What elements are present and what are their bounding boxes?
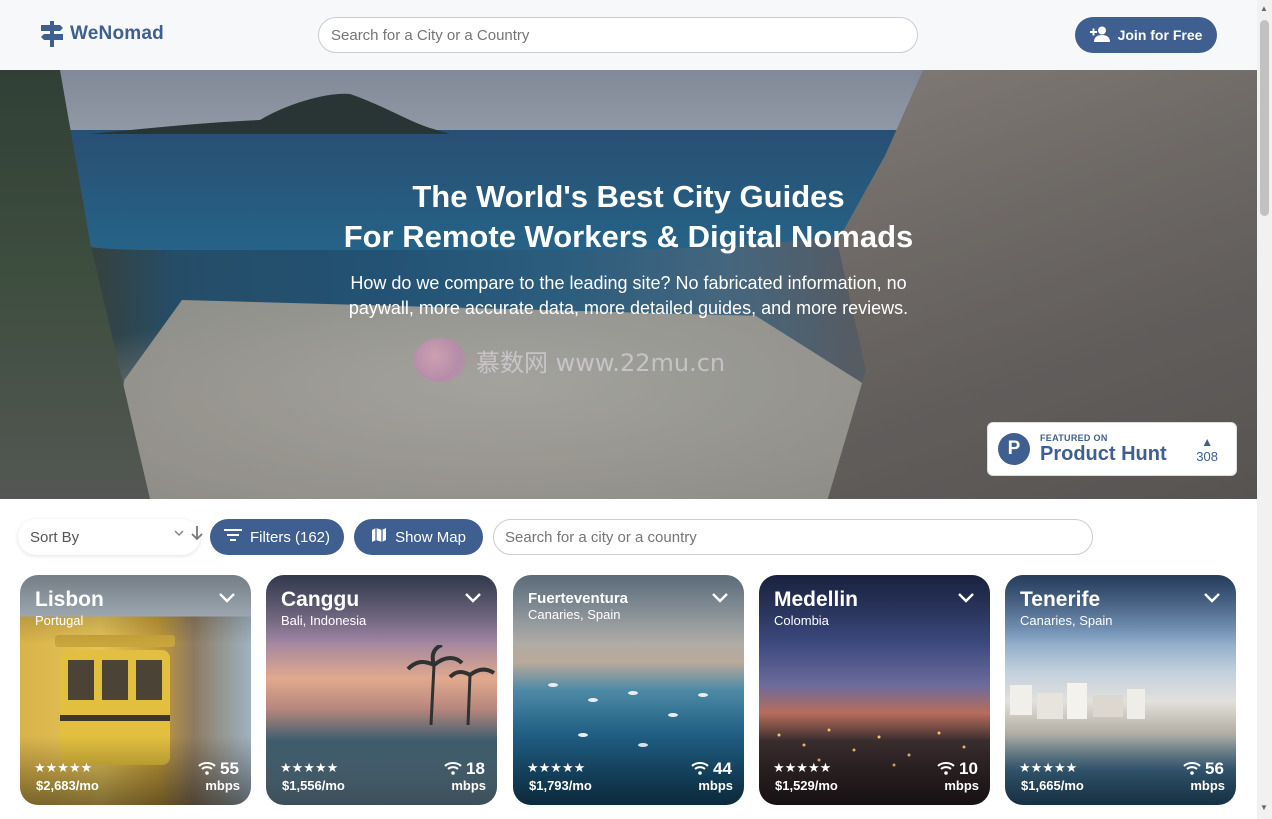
monthly-cost: $1,665/mo	[1021, 778, 1084, 793]
city-country: Portugal	[35, 613, 84, 628]
rating-stars: ★★★★★	[1019, 760, 1078, 775]
wifi-icon	[691, 762, 709, 775]
internet-speed: 10	[959, 759, 978, 778]
monthly-cost: $1,556/mo	[282, 778, 345, 793]
scrollbar-thumb[interactable]	[1260, 20, 1269, 216]
internet-speed: 55	[220, 759, 239, 778]
rating-stars: ★★★★★	[280, 760, 339, 775]
city-card-canggu[interactable]: Canggu Bali, Indonesia ★★★★★ $1,556/mo 1…	[266, 575, 497, 805]
header-search-input[interactable]	[318, 17, 918, 53]
speed-unit: mbps	[1190, 778, 1225, 793]
brand-name: WeNomad	[70, 23, 164, 44]
sort-by-select[interactable]: Sort By	[18, 519, 203, 555]
page-scrollbar[interactable]: ▲ ▼	[1257, 0, 1272, 819]
city-card-fuerteventura[interactable]: Fuerteventura Canaries, Spain ★★★★★ $1,7…	[513, 575, 744, 805]
sort-by-label: Sort By	[30, 528, 80, 546]
hero-subtitle-line-1: How do we compare to the leading site? N…	[350, 273, 907, 293]
city-name: Lisbon	[35, 588, 104, 611]
speed-unit: mbps	[205, 778, 240, 793]
city-country: Colombia	[774, 613, 829, 628]
hero-title-line-1: The World's Best City Guides	[412, 179, 845, 214]
wifi-icon	[444, 762, 462, 775]
city-name: Canggu	[281, 588, 360, 611]
watermark-logo-icon	[414, 338, 466, 382]
city-country: Bali, Indonesia	[281, 613, 367, 628]
monthly-cost: $2,683/mo	[36, 778, 99, 793]
join-free-button[interactable]: Join for Free	[1075, 17, 1217, 53]
filter-icon	[223, 528, 242, 546]
brand-logo[interactable]: WeNomad	[40, 21, 164, 47]
city-country: Canaries, Spain	[528, 607, 621, 622]
chevron-down-icon	[174, 528, 184, 540]
scroll-up-arrow-icon[interactable]: ▲	[1260, 4, 1268, 13]
chevron-down-icon[interactable]	[957, 588, 975, 606]
upvote-arrow-icon: ▲	[1201, 434, 1214, 449]
rating-stars: ★★★★★	[34, 760, 93, 775]
chevron-down-icon[interactable]	[1203, 588, 1221, 606]
speed-unit: mbps	[698, 778, 733, 793]
show-map-button[interactable]: Show Map	[354, 519, 483, 555]
monthly-cost: $1,793/mo	[529, 778, 592, 793]
hero-banner: The World's Best City Guides For Remote …	[0, 70, 1257, 499]
city-search-input[interactable]	[493, 519, 1093, 555]
wifi-icon	[198, 762, 216, 775]
city-country: Canaries, Spain	[1020, 613, 1113, 628]
watermark: 慕数网 www.22mu.cn	[414, 338, 725, 382]
signpost-icon	[40, 21, 64, 47]
product-hunt-logo-icon: P	[998, 433, 1030, 465]
filters-button[interactable]: Filters (162)	[210, 519, 344, 555]
speed-unit: mbps	[944, 778, 979, 793]
show-map-label: Show Map	[395, 528, 466, 546]
chevron-down-icon[interactable]	[218, 588, 236, 606]
city-name: Tenerife	[1020, 588, 1101, 611]
internet-speed: 56	[1205, 759, 1224, 778]
wifi-icon	[1183, 762, 1201, 775]
hero-subtitle-line-2: paywall, more accurate data, more detail…	[348, 298, 909, 318]
wifi-icon	[937, 762, 955, 775]
monthly-cost: $1,529/mo	[775, 778, 838, 793]
top-header: WeNomad Join for Free	[0, 0, 1257, 70]
upvote-count: 308	[1196, 448, 1218, 464]
internet-speed: 44	[713, 759, 732, 778]
watermark-text: 慕数网 www.22mu.cn	[476, 348, 726, 377]
sort-direction-arrow-icon[interactable]	[191, 525, 203, 546]
join-free-label: Join for Free	[1117, 27, 1203, 43]
chevron-down-icon[interactable]	[464, 588, 482, 606]
internet-speed: 18	[466, 759, 485, 778]
product-hunt-badge[interactable]: P FEATURED ON Product Hunt ▲ 308	[987, 422, 1237, 476]
product-hunt-name: Product Hunt	[1040, 443, 1167, 465]
rating-stars: ★★★★★	[773, 760, 832, 775]
chevron-down-icon[interactable]	[711, 588, 729, 606]
map-icon	[371, 527, 387, 547]
product-hunt-featured-label: FEATURED ON	[1040, 433, 1108, 443]
city-name: Medellin	[774, 588, 859, 611]
scroll-down-arrow-icon[interactable]: ▼	[1260, 803, 1268, 812]
city-card-medellin[interactable]: Medellin Colombia ★★★★★ $1,529/mo 10 mbp…	[759, 575, 990, 805]
hero-title-line-2: For Remote Workers & Digital Nomads	[343, 219, 914, 254]
add-user-icon	[1089, 26, 1110, 45]
city-card-tenerife[interactable]: Tenerife Canaries, Spain ★★★★★ $1,665/mo…	[1005, 575, 1236, 805]
city-card-lisbon[interactable]: Lisbon Portugal ★★★★★ $2,683/mo 55 mbps	[20, 575, 251, 805]
rating-stars: ★★★★★	[527, 760, 586, 775]
filters-label: Filters (162)	[249, 528, 331, 546]
speed-unit: mbps	[451, 778, 486, 793]
